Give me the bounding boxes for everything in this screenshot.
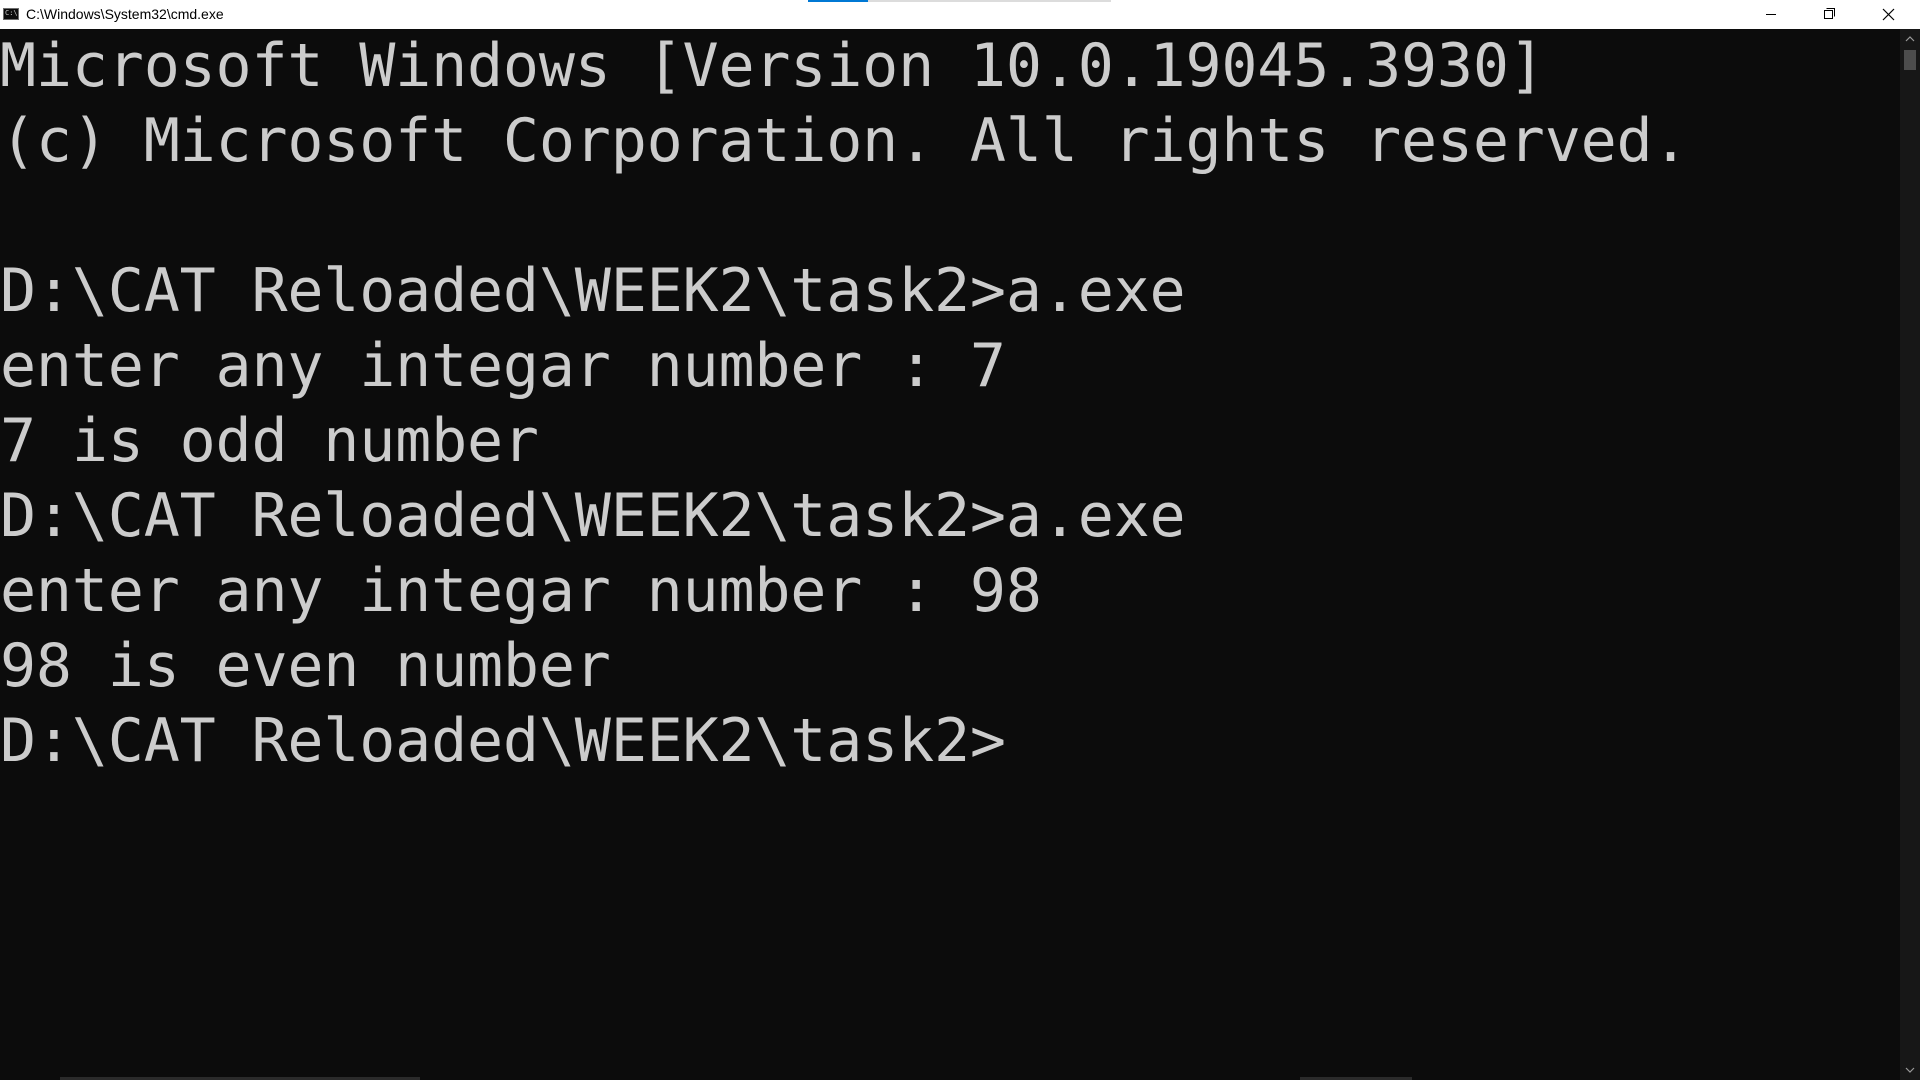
scroll-down-arrow-icon[interactable]: [1900, 1060, 1920, 1080]
close-button[interactable]: [1858, 0, 1920, 29]
scroll-up-arrow-icon[interactable]: [1900, 29, 1920, 49]
console-line-prompt: enter any integar number : 7: [0, 331, 1006, 401]
console-line-copyright: (c) Microsoft Corporation. All rights re…: [0, 106, 1689, 176]
console-line-command: D:\CAT Reloaded\WEEK2\task2>a.exe: [0, 481, 1186, 551]
title-bar-accent: [808, 0, 868, 2]
console-line-current-prompt[interactable]: D:\CAT Reloaded\WEEK2\task2>: [0, 704, 1900, 779]
close-icon: [1882, 8, 1895, 21]
console-line-version: Microsoft Windows [Version 10.0.19045.39…: [0, 31, 1545, 101]
restore-icon: [1824, 8, 1835, 19]
console-line-result: 98 is even number: [0, 631, 611, 701]
minimize-button[interactable]: [1742, 0, 1800, 29]
console-output[interactable]: Microsoft Windows [Version 10.0.19045.39…: [0, 29, 1900, 1080]
title-bar[interactable]: C:\ C:\Windows\System32\cmd.exe: [0, 0, 1920, 29]
window-title: C:\Windows\System32\cmd.exe: [26, 6, 224, 22]
scrollbar-thumb[interactable]: [1904, 50, 1916, 70]
cmd-app-icon[interactable]: C:\: [3, 8, 19, 20]
title-bar-accent-dim: [868, 0, 1111, 2]
cmd-window: C:\ C:\Windows\System32\cmd.exe Microsof…: [0, 0, 1920, 1080]
minimize-icon: [1766, 14, 1776, 15]
console-line-result: 7 is odd number: [0, 406, 539, 476]
vertical-scrollbar[interactable]: [1900, 29, 1920, 1080]
console-line-command: D:\CAT Reloaded\WEEK2\task2>a.exe: [0, 256, 1186, 326]
restore-button[interactable]: [1800, 0, 1858, 29]
console-line-prompt: enter any integar number : 98: [0, 556, 1042, 626]
console-line-blank: [0, 179, 1900, 254]
